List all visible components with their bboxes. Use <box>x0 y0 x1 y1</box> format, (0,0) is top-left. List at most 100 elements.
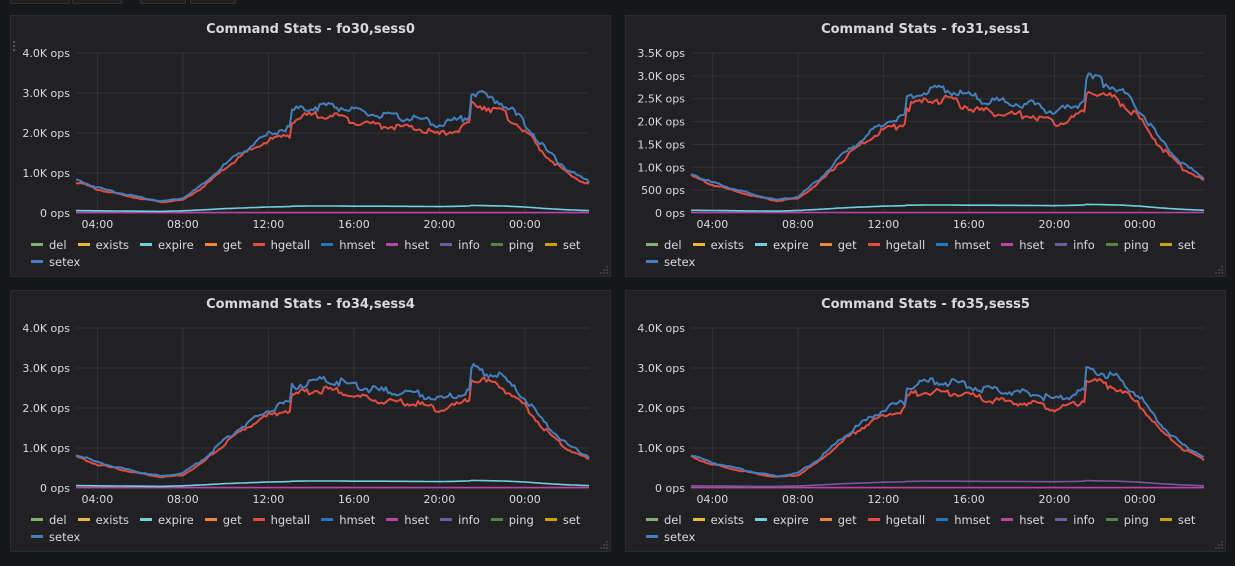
legend-item-exists[interactable]: exists <box>77 237 129 254</box>
legend-label: del <box>49 513 67 527</box>
resize-handle-icon[interactable] <box>1215 266 1223 274</box>
legend-swatch <box>490 243 503 246</box>
legend-item-hset[interactable]: hset <box>386 237 429 254</box>
legend-item-exists[interactable]: exists <box>77 512 129 529</box>
legend-item-del[interactable]: del <box>646 512 682 529</box>
series-line-setex[interactable] <box>75 363 590 478</box>
legend-item-info[interactable]: info <box>440 237 480 254</box>
legend-item-set[interactable]: set <box>544 237 580 254</box>
toolbar-button[interactable] <box>10 0 70 4</box>
legend-label: info <box>1073 513 1095 527</box>
y-tick-label: 1.0K ops <box>637 442 685 455</box>
graph-panel[interactable]: Command Stats - fo35,sess5 0 ops 1.0K ops 2… <box>625 290 1226 552</box>
legend-item-ping[interactable]: ping <box>1105 512 1149 529</box>
legend-item-hgetall[interactable]: hgetall <box>867 512 926 529</box>
legend-swatch <box>646 535 658 538</box>
legend-item-hmset[interactable]: hmset <box>321 512 375 529</box>
legend-item-expire[interactable]: expire <box>754 512 809 529</box>
legend-label: hmset <box>339 513 376 527</box>
legend-label: get <box>222 513 242 527</box>
legend-swatch <box>31 518 43 521</box>
y-tick-label: 1.0K ops <box>22 167 70 180</box>
legend-label: ping <box>1123 238 1149 252</box>
legend-swatch <box>139 243 152 246</box>
toolbar-button[interactable] <box>72 0 122 4</box>
legend-item-ping[interactable]: ping <box>490 237 534 254</box>
legend-swatch <box>646 260 658 263</box>
legend-item-set[interactable]: set <box>1159 512 1195 529</box>
legend-item-del[interactable]: del <box>31 512 67 529</box>
legend-item-ping[interactable]: ping <box>1105 237 1149 254</box>
legend-swatch <box>819 243 832 246</box>
x-tick-label: 12:00 <box>868 493 900 506</box>
legend-item-hset[interactable]: hset <box>386 512 429 529</box>
legend-item-info[interactable]: info <box>1055 512 1095 529</box>
drag-handle-icon[interactable] <box>12 40 16 52</box>
series-line-hgetall[interactable] <box>75 376 590 479</box>
legend-item-get[interactable]: get <box>204 237 242 254</box>
legend-item-setex[interactable]: setex <box>646 529 695 546</box>
legend-item-setex[interactable]: setex <box>646 254 695 271</box>
legend-swatch <box>1001 243 1014 246</box>
y-tick-label: 2.0K ops <box>22 402 70 415</box>
legend-item-hmset[interactable]: hmset <box>321 237 375 254</box>
graph-panel[interactable]: Command Stats - fo31,sess1 0 ops 500 ops 1.… <box>625 15 1226 277</box>
x-tick-label: 20:00 <box>1039 218 1071 231</box>
series-line-hgetall[interactable] <box>690 90 1205 203</box>
legend-item-expire[interactable]: expire <box>754 237 809 254</box>
legend-item-get[interactable]: get <box>819 512 857 529</box>
series-line-setex[interactable] <box>690 72 1205 201</box>
chart-legend: del exists expire get hgetall hmset hset info pi… <box>31 237 600 271</box>
legend-item-ping[interactable]: ping <box>490 512 534 529</box>
series-line-expire[interactable] <box>76 479 590 488</box>
legend-item-info[interactable]: info <box>1055 237 1095 254</box>
y-tick-label: 3.0K ops <box>637 362 685 375</box>
legend-label: info <box>458 238 480 252</box>
legend-swatch <box>692 518 705 521</box>
legend-item-setex[interactable]: setex <box>31 254 80 271</box>
legend-item-exists[interactable]: exists <box>692 512 744 529</box>
dashboard-top-bar <box>0 0 1235 4</box>
legend-item-hgetall[interactable]: hgetall <box>252 237 310 254</box>
legend-item-expire[interactable]: expire <box>139 512 194 529</box>
legend-item-hset[interactable]: hset <box>1001 512 1044 529</box>
series-line-setex[interactable] <box>690 366 1205 478</box>
legend-item-hmset[interactable]: hmset <box>936 237 990 254</box>
legend-item-exists[interactable]: exists <box>692 237 744 254</box>
series-line-expire[interactable] <box>76 204 590 213</box>
legend-label: hgetall <box>885 513 926 527</box>
legend-item-set[interactable]: set <box>544 512 580 529</box>
resize-handle-icon[interactable] <box>600 266 608 274</box>
series-line-hgetall[interactable] <box>75 100 590 204</box>
legend-label: exists <box>710 513 744 527</box>
series-line-hgetall[interactable] <box>690 377 1205 478</box>
legend-swatch <box>1055 518 1068 521</box>
series-line-expire[interactable] <box>691 203 1205 212</box>
legend-item-info[interactable]: info <box>440 512 480 529</box>
legend-item-hmset[interactable]: hmset <box>936 512 990 529</box>
legend-label: get <box>222 238 242 252</box>
legend-item-setex[interactable]: setex <box>31 529 80 546</box>
legend-item-hset[interactable]: hset <box>1001 237 1044 254</box>
legend-item-del[interactable]: del <box>646 237 682 254</box>
legend-item-hgetall[interactable]: hgetall <box>252 512 310 529</box>
series-line-info[interactable] <box>691 479 1205 488</box>
x-tick-label: 16:00 <box>953 218 985 231</box>
legend-item-expire[interactable]: expire <box>139 237 194 254</box>
resize-handle-icon[interactable] <box>600 541 608 549</box>
legend-item-get[interactable]: get <box>204 512 242 529</box>
legend-item-hgetall[interactable]: hgetall <box>867 237 925 254</box>
legend-label: ping <box>508 513 534 527</box>
graph-panel[interactable]: Command Stats - fo30,sess0 0 ops 1.0K ops 2… <box>10 15 611 277</box>
graph-panel[interactable]: Command Stats - fo34,sess4 0 ops 1.0K ops 2… <box>10 290 611 552</box>
legend-label: hset <box>1019 238 1045 252</box>
resize-handle-icon[interactable] <box>1215 541 1223 549</box>
toolbar-button[interactable] <box>140 0 186 4</box>
legend-item-del[interactable]: del <box>31 237 67 254</box>
legend-item-get[interactable]: get <box>819 237 857 254</box>
series-line-setex[interactable] <box>75 90 590 203</box>
legend-item-set[interactable]: set <box>1159 237 1195 254</box>
y-tick-label: 4.0K ops <box>637 322 685 335</box>
toolbar-button[interactable] <box>190 0 236 4</box>
legend-label: del <box>49 238 67 252</box>
